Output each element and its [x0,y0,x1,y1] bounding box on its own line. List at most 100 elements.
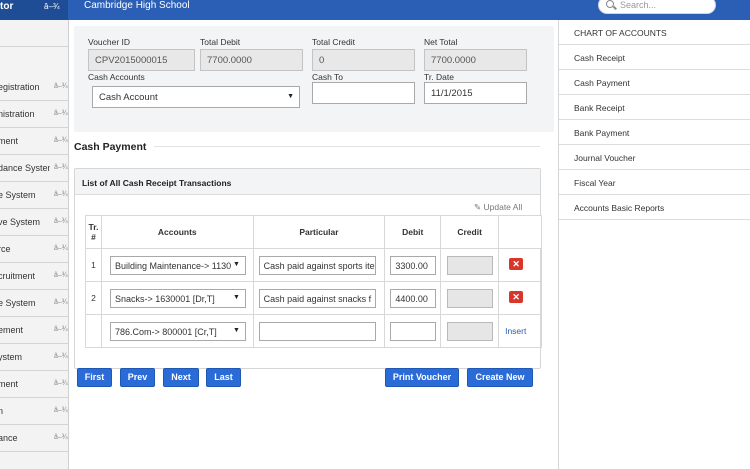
row-tr [85,314,102,348]
sidebar-item[interactable]: rce â–¾ [0,236,68,263]
search-input[interactable]: Search... [598,0,716,14]
row-credit-cell [440,314,500,348]
print-voucher-button[interactable]: Print Voucher [385,368,459,387]
panel-item-label: Journal Voucher [574,153,636,163]
insert-link[interactable]: Insert [505,326,526,336]
sidebar-item-label: n [0,406,50,416]
sidebar-item[interactable]: ement â–¾ [0,317,68,344]
sidebar-item[interactable]: ment â–¾ [0,128,68,155]
net-total-field: 7700.0000 [424,49,527,71]
voucher-id-field: CPV2015000015 [88,49,195,71]
expand-icon: â–¾ [54,164,68,171]
panel-item[interactable]: Fiscal Year [559,170,750,195]
particular-input[interactable]: Cash paid against snacks f [258,289,376,308]
row-particular-cell: Cash paid against sports ite [252,248,386,282]
total-debit-label: Total Debit [200,37,241,47]
sidebar-item[interactable]: egistration â–¾ [0,74,68,101]
sidebar-item-label: cruitment [0,271,36,281]
voucher-id-label: Voucher ID [88,37,131,47]
transactions-heading: List of All Cash Receipt Transactions [82,178,232,188]
expand-icon: â–¾ [54,326,68,333]
panel-item-label: Cash Payment [574,78,630,88]
dropdown-caret-icon: ▼ [233,294,240,301]
sidebar-item[interactable]: ance â–¾ [0,425,68,452]
sidebar-item[interactable]: ment â–¾ [0,371,68,398]
sidebar-item[interactable]: e System â–¾ [0,182,68,209]
new-debit-input[interactable] [390,322,437,341]
main-content: Voucher ID CPV2015000015 Total Debit 770… [70,20,558,469]
search-icon [606,0,614,8]
section-divider [154,146,540,147]
sidebar-item[interactable]: ystem â–¾ [0,344,68,371]
panel-item[interactable]: Journal Voucher [559,145,750,170]
panel-item[interactable]: Cash Receipt [559,45,750,70]
sidebar-item[interactable]: ve System â–¾ [0,209,68,236]
debit-input[interactable]: 4400.00 [390,289,437,308]
sidebar-item[interactable]: cruitment â–¾ [0,263,68,290]
sidebar-header [0,20,68,47]
cash-accounts-select[interactable]: Cash Account ▼ [92,86,300,108]
tr-date-input[interactable]: 11/1/2015 [424,82,527,104]
delete-row-button[interactable]: ✕ [509,258,524,270]
panel-item[interactable]: Cash Payment [559,70,750,95]
delete-row-button[interactable]: ✕ [509,291,524,303]
create-new-button[interactable]: Create New [467,368,533,387]
new-account-select[interactable]: 786.Com-> 800001 [Cr,T] ▼ [109,322,246,341]
account-value: Snacks-> 1630001 [Dr,T] [114,294,215,304]
sidebar-item-label: ment [0,379,19,389]
sidebar-item-label: egistration [0,82,40,92]
cash-accounts-label: Cash Accounts [88,72,145,82]
expand-icon: â–¾ [54,245,68,252]
brand-menu-icon[interactable]: â–¾ [44,2,60,11]
sidebar-item[interactable]: nistration â–¾ [0,101,68,128]
new-particular-input[interactable] [258,322,376,341]
expand-icon: â–¾ [54,218,68,225]
close-icon: ✕ [512,259,520,269]
dropdown-caret-icon: ▼ [233,327,240,334]
sidebar-item-label: ve System [0,217,41,227]
row-credit-cell [440,281,500,315]
prev-button[interactable]: Prev [120,368,155,387]
expand-icon: â–¾ [54,353,68,360]
account-select[interactable]: Snacks-> 1630001 [Dr,T] ▼ [109,289,246,308]
brand-text: tor [0,1,14,12]
update-all-link[interactable]: ✎ Update All [474,202,522,213]
panel-item[interactable]: Accounts Basic Reports [559,195,750,220]
cash-to-label: Cash To [312,72,344,82]
last-button[interactable]: Last [206,368,241,387]
expand-icon: â–¾ [54,137,68,144]
row-action-cell: ✕ [498,248,542,282]
panel-item[interactable]: Bank Payment [559,120,750,145]
panel-title: CHART OF ACCOUNTS [559,20,750,45]
panel-item-label: Cash Receipt [574,53,626,63]
particular-input[interactable]: Cash paid against sports ite [258,256,376,275]
sidebar-item[interactable]: e System â–¾ [0,290,68,317]
col-header-credit: Credit [440,215,500,249]
panel-item[interactable]: Bank Receipt [559,95,750,120]
row-debit-cell: 4400.00 [384,281,442,315]
sidebar-item[interactable]: n â–¾ [0,398,68,425]
cash-to-input[interactable] [312,82,415,104]
sidebar-item-label: ystem [0,352,23,362]
col-header-action [498,215,542,249]
net-total-label: Net Total [424,37,458,47]
credit-input [447,256,494,275]
debit-input[interactable]: 3300.00 [390,256,437,275]
row-credit-cell [440,248,500,282]
sidebar-item-label: nistration [0,109,35,119]
search-placeholder: Search... [620,0,657,10]
first-button[interactable]: First [77,368,112,387]
expand-icon: â–¾ [54,299,68,306]
sidebar-item[interactable]: dance Systen â–¾ [0,155,68,182]
sidebar-item-label: e System [0,190,36,200]
col-header-accounts: Accounts [100,215,254,249]
panel-item-label: Bank Payment [574,128,630,138]
expand-icon: â–¾ [54,407,68,414]
next-button[interactable]: Next [163,368,199,387]
credit-input [447,289,494,308]
account-select[interactable]: Building Maintenance-> 1130 ▼ [109,256,246,275]
expand-icon: â–¾ [54,272,68,279]
sidebar-item-label: e System [0,298,36,308]
sidebar-item-label: dance Systen [0,163,50,173]
total-credit-label: Total Credit [312,37,355,47]
